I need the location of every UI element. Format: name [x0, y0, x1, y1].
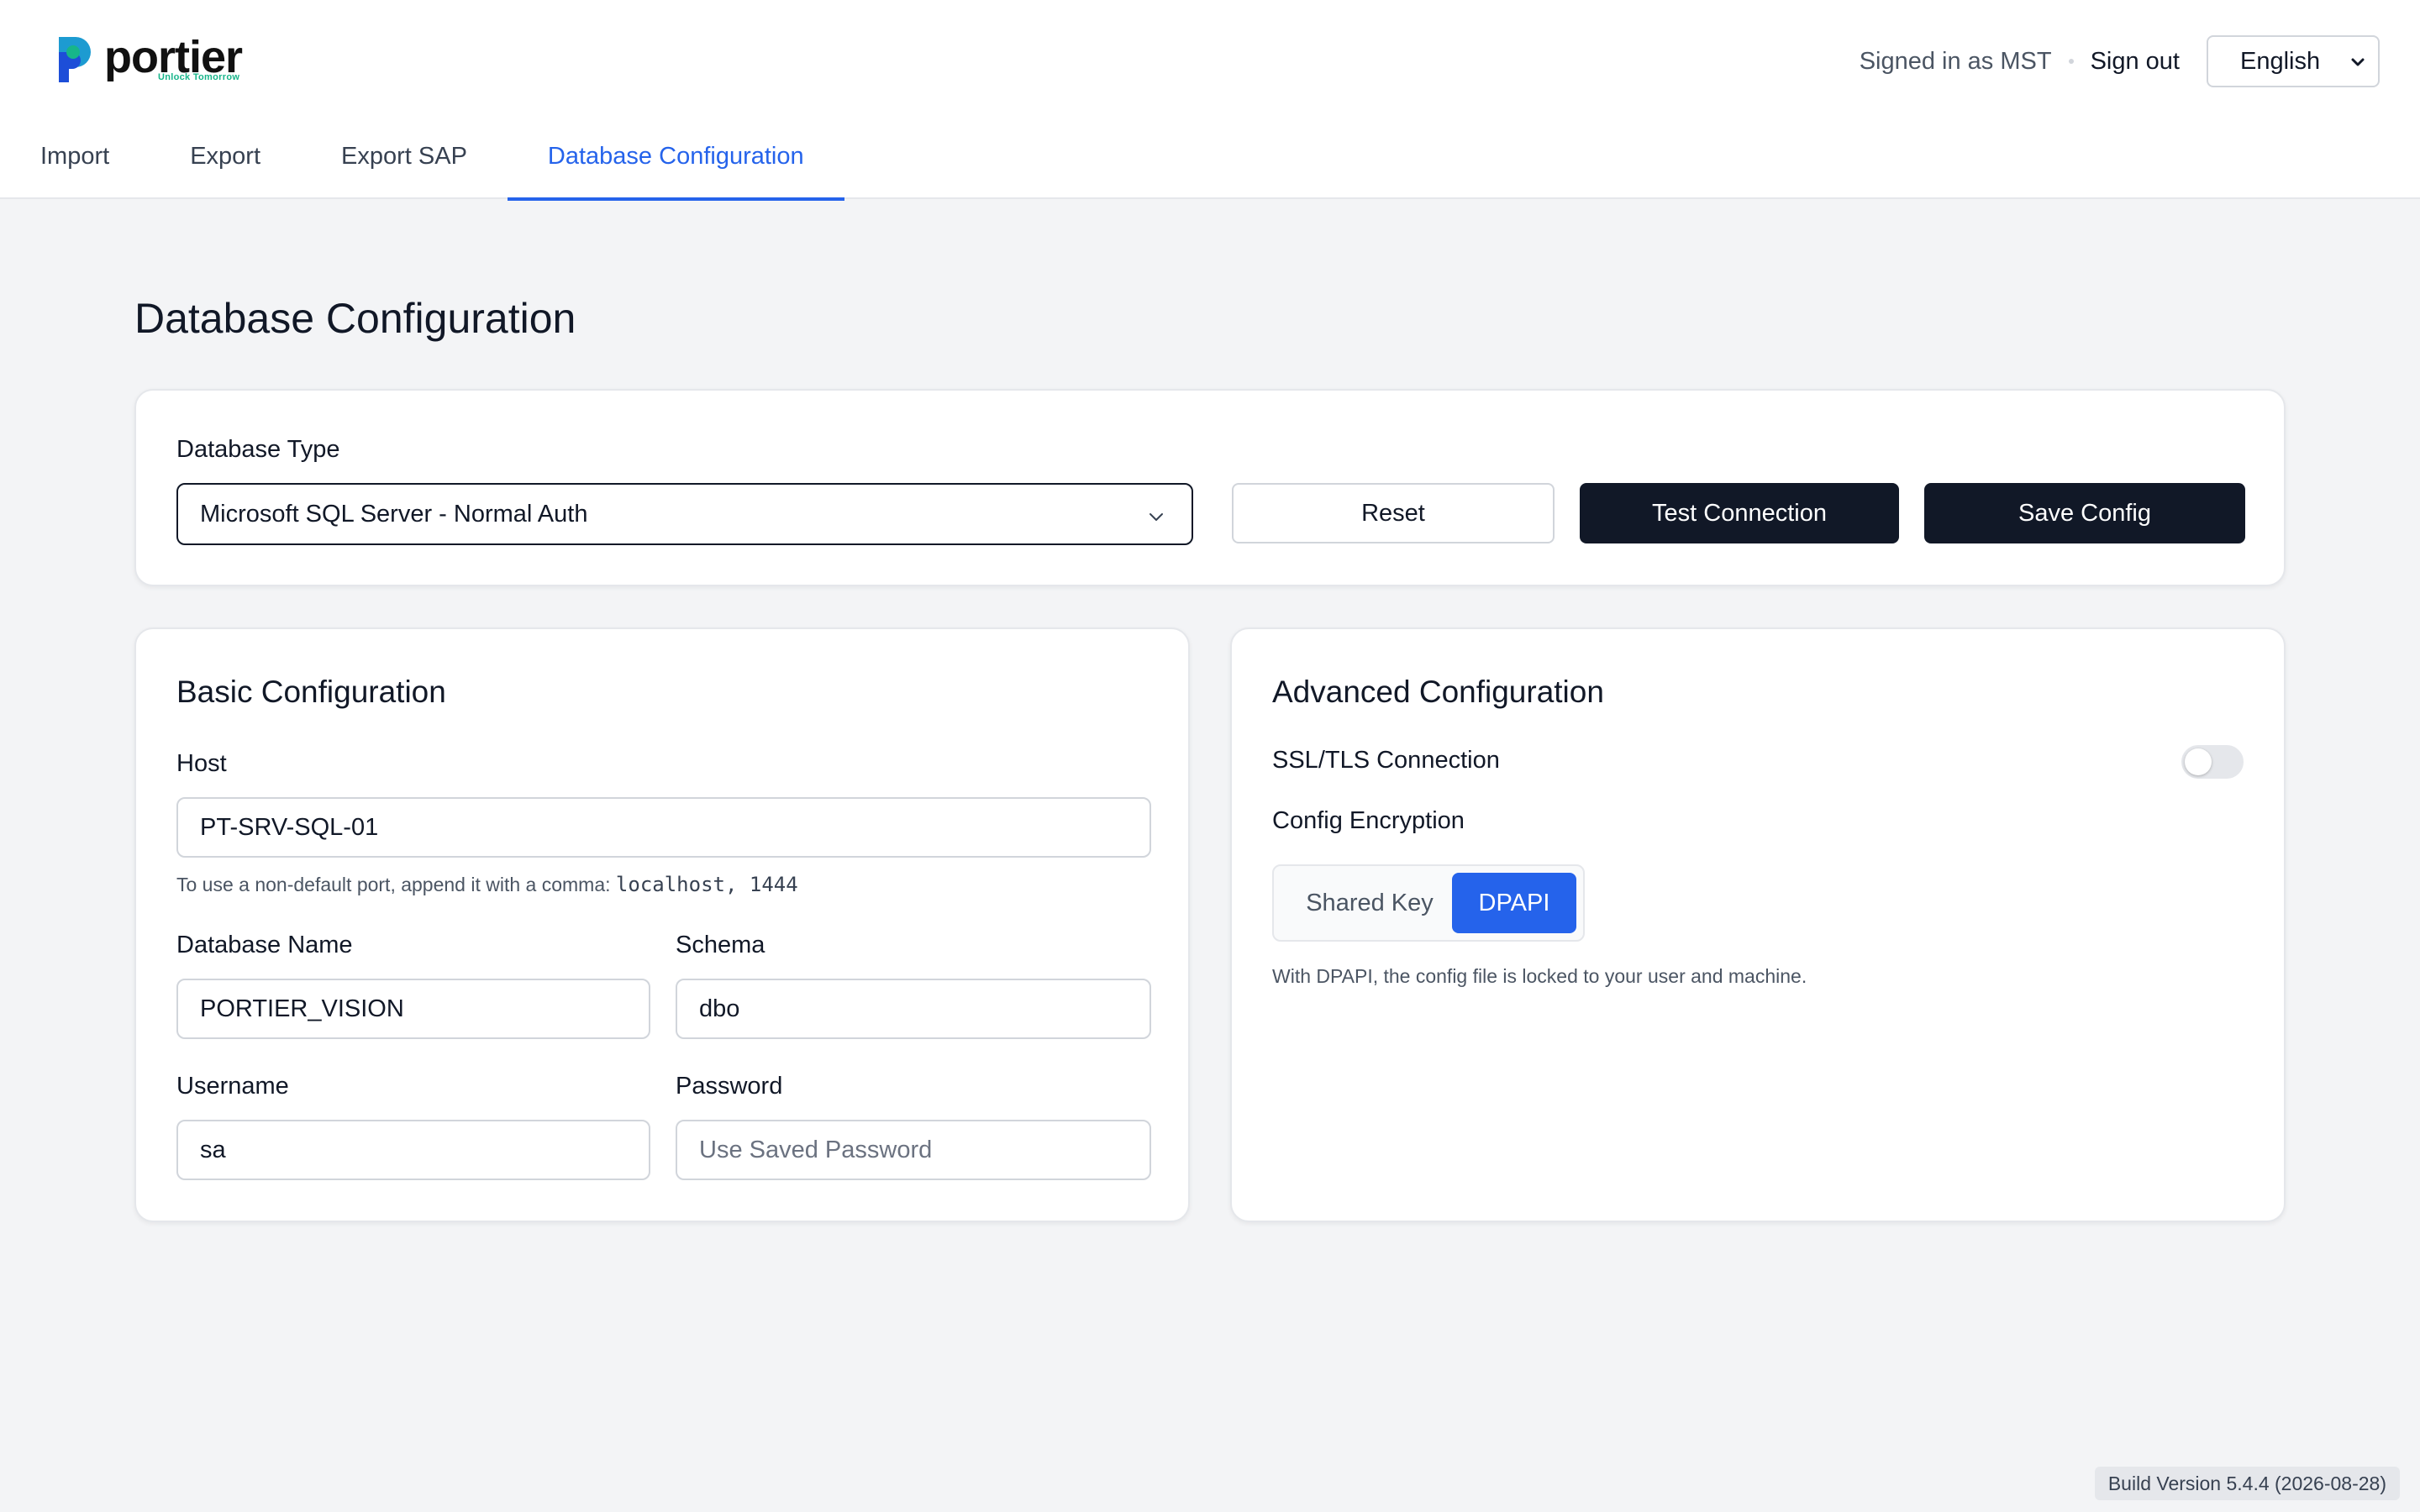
ssl-tls-label: SSL/TLS Connection: [1272, 747, 1500, 774]
portier-logo-mark-icon: [59, 37, 91, 82]
database-name-input[interactable]: PORTIER_VISION: [176, 979, 650, 1039]
basic-configuration-title: Basic Configuration: [176, 675, 446, 709]
chevron-down-icon: [2351, 58, 2365, 66]
password-input[interactable]: Use Saved Password: [676, 1120, 1151, 1180]
database-type-select[interactable]: Microsoft SQL Server - Normal Auth: [176, 483, 1193, 545]
schema-label: Schema: [676, 932, 765, 958]
signed-in-text: Signed in as MST: [1859, 47, 2052, 75]
toggle-knob: [2185, 748, 2212, 775]
language-select-value: English: [2240, 47, 2321, 75]
tab-export-sap[interactable]: Export SAP: [301, 124, 508, 199]
header-user-area: Signed in as MST Sign out English: [1860, 35, 2380, 87]
save-config-button[interactable]: Save Config: [1924, 483, 2245, 543]
tab-export[interactable]: Export: [150, 124, 301, 199]
username-label: Username: [176, 1073, 289, 1100]
build-version-badge: Build Version 5.4.4 (2026-08-28): [2094, 1467, 2400, 1500]
language-select[interactable]: English: [2207, 35, 2380, 87]
encryption-hint: With DPAPI, the config file is locked to…: [1272, 965, 1807, 987]
basic-configuration-card: Basic Configuration Host PT-SRV-SQL-01 T…: [134, 627, 1190, 1222]
sign-out-link[interactable]: Sign out: [2091, 48, 2180, 76]
database-type-label: Database Type: [176, 436, 340, 463]
separator-dot: [2068, 59, 2074, 64]
host-hint: To use a non-default port, append it wit…: [176, 873, 798, 896]
app-header: portier Unlock Tomorrow Signed in as MST…: [0, 0, 2420, 201]
chevron-down-icon: [1150, 513, 1163, 521]
tab-import[interactable]: Import: [0, 124, 150, 199]
host-hint-code: localhost, 1444: [615, 873, 798, 896]
advanced-configuration-card: Advanced Configuration SSL/TLS Connectio…: [1230, 627, 2286, 1222]
encryption-option-shared-key[interactable]: Shared Key: [1281, 873, 1459, 933]
database-type-card: Database Type Microsoft SQL Server - Nor…: [134, 389, 2286, 586]
database-type-value: Microsoft SQL Server - Normal Auth: [200, 500, 588, 528]
host-hint-text: To use a non-default port, append it wit…: [176, 874, 611, 895]
host-label: Host: [176, 750, 227, 777]
host-input[interactable]: PT-SRV-SQL-01: [176, 797, 1151, 858]
ssl-tls-toggle[interactable]: [2181, 745, 2244, 779]
username-input[interactable]: sa: [176, 1120, 650, 1180]
database-name-label: Database Name: [176, 932, 353, 958]
tab-database-configuration[interactable]: Database Configuration: [507, 124, 844, 201]
password-label: Password: [676, 1073, 783, 1100]
logo-tagline: Unlock Tomorrow: [158, 72, 240, 82]
encryption-option-dpapi[interactable]: DPAPI: [1452, 873, 1576, 933]
config-encryption-segmented-control: Shared Key DPAPI: [1272, 864, 1585, 942]
advanced-configuration-title: Advanced Configuration: [1272, 675, 1604, 709]
main-tabs: Import Export Export SAP Database Config…: [0, 124, 844, 201]
test-connection-button[interactable]: Test Connection: [1580, 483, 1899, 543]
page-title: Database Configuration: [134, 295, 576, 342]
config-encryption-label: Config Encryption: [1272, 807, 1465, 834]
schema-input[interactable]: dbo: [676, 979, 1151, 1039]
portier-logo[interactable]: portier Unlock Tomorrow: [52, 30, 254, 89]
reset-button[interactable]: Reset: [1232, 483, 1555, 543]
